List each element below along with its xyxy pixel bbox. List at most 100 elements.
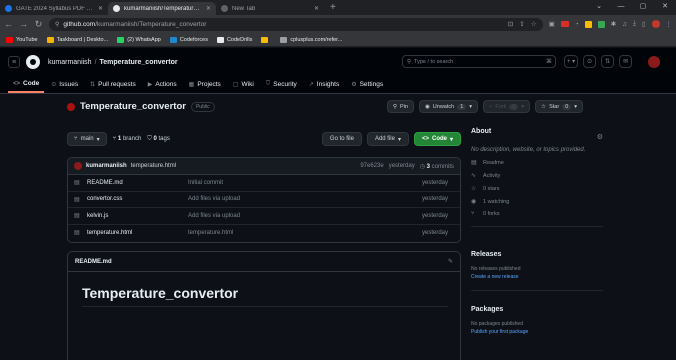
about-item[interactable]: ☆ 0 stars (471, 185, 603, 193)
table-row[interactable]: ▤ README.md Initial commit yesterday (68, 175, 460, 192)
releases-title[interactable]: Releases (471, 251, 603, 258)
about-item[interactable]: ∿ Activity (471, 172, 603, 180)
publish-package-link[interactable]: Publish your first package (471, 329, 603, 335)
file-commit-message[interactable]: Initial commit (188, 180, 422, 186)
commit-message[interactable]: temperature.html (131, 163, 176, 169)
tab-settings[interactable]: ⚙ Settings (346, 76, 388, 93)
bookmark-star-icon[interactable]: ☆ (531, 20, 537, 28)
unwatch-button[interactable]: ◉ Unwatch 1 ▾ (418, 100, 479, 113)
user-avatar[interactable] (648, 56, 660, 68)
commit-hash[interactable]: 97e623e (360, 163, 383, 169)
commit-author-avatar[interactable] (74, 162, 82, 170)
tab-issues[interactable]: ⊙ Issues (46, 76, 83, 93)
extensions-puzzle-icon[interactable]: ✱ (611, 20, 616, 28)
share-icon[interactable]: ⇪ (519, 20, 524, 28)
bookmark-item[interactable]: cplusplus.com/refer... (280, 36, 342, 43)
edit-pencil-icon[interactable]: ✎ (448, 258, 453, 265)
extension-icon[interactable]: ◔ (575, 21, 579, 28)
bookmark-favicon-icon (216, 36, 224, 43)
close-window-icon[interactable]: ✕ (654, 0, 676, 13)
repo-name[interactable]: Temperature_convertor (80, 101, 186, 112)
address-bar[interactable]: ⚲ github.com/kumarmaniish/Temperature_co… (49, 17, 543, 31)
pin-button[interactable]: ⚲ Pin (387, 100, 414, 113)
commits-link[interactable]: ◷ 3 commits (420, 163, 454, 170)
repo-link[interactable]: Temperature_convertor (100, 59, 178, 66)
branches-link[interactable]: ⑂ 1 branch (113, 136, 142, 142)
file-commit-message[interactable]: Add files via upload (188, 196, 422, 202)
table-row[interactable]: ▤ kelvin.js Add files via upload yesterday (68, 208, 460, 225)
table-row[interactable]: ▤ convertor.css Add files via upload yester… (68, 192, 460, 208)
forward-icon[interactable]: → (19, 19, 28, 29)
owner-avatar[interactable] (67, 102, 75, 111)
bookmark-item[interactable]: CodeDrills (216, 36, 252, 43)
pull-requests-icon[interactable]: ⇅ (601, 55, 615, 68)
inbox-icon[interactable]: ✉ (619, 55, 633, 68)
file-name[interactable]: kelvin.js (81, 213, 188, 219)
table-row[interactable]: ▤ temperature.html temperature.html yesterd… (68, 225, 460, 242)
fork-button[interactable]: ⑂ Fork 0 ▾ (483, 100, 531, 113)
star-button[interactable]: ☆ Star 0 ▾ (535, 100, 584, 113)
tab-pull-requests[interactable]: ⇅ Pull requests (85, 76, 141, 93)
commit-author[interactable]: kumarmaniish (86, 163, 127, 169)
site-info-icon[interactable]: ⚲ (55, 21, 59, 28)
readme-filename[interactable]: README.md (75, 259, 112, 265)
bookmark-item[interactable]: YouTube (6, 36, 38, 43)
branch-selector[interactable]: ⑂ main ▾ (67, 132, 107, 146)
about-item[interactable]: ◉ 1 watching (471, 198, 603, 206)
about-item[interactable]: ▤ Readme (471, 159, 603, 167)
tab-security[interactable]: ⛉ Security (261, 76, 302, 93)
bookmark-item[interactable]: Taskboard | Deskto... (46, 36, 108, 43)
file-name[interactable]: convertor.css (81, 196, 188, 202)
issues-icon[interactable]: ⊙ (583, 55, 597, 68)
create-new-icon[interactable]: + ▾ (564, 55, 579, 68)
tab-close-icon[interactable]: ✕ (206, 5, 211, 12)
minimize-icon[interactable]: — (610, 0, 632, 13)
github-logo-icon[interactable] (26, 55, 40, 69)
extension-icon[interactable] (597, 20, 605, 28)
youtube-extension-icon[interactable] (560, 21, 569, 27)
code-button[interactable]: <> Code ▾ (413, 132, 461, 146)
menu-kebab-icon[interactable]: ⋮ (666, 20, 673, 28)
file-name[interactable]: README.md (81, 180, 188, 186)
command-palette-icon[interactable]: ⌘ (546, 58, 552, 65)
add-file-button[interactable]: Add file ▾ (366, 132, 409, 146)
file-commit-message[interactable]: temperature.html (188, 230, 422, 236)
tab-search-icon[interactable]: ⌄ (588, 0, 610, 13)
file-name[interactable]: temperature.html (81, 230, 188, 236)
settings-icon: ⚙ (351, 82, 357, 88)
profile-avatar[interactable] (651, 20, 660, 28)
maximize-icon[interactable]: ▢ (632, 0, 654, 13)
gear-icon[interactable]: ⚙ (597, 133, 603, 141)
github-search[interactable]: ⚲ Type / to search ⌘ (402, 55, 556, 68)
bookmark-item[interactable]: (2) WhatsApp (117, 36, 161, 43)
create-release-link[interactable]: Create a new release (471, 274, 603, 280)
owner-link[interactable]: kumarmaniish (48, 59, 92, 66)
extension-icon[interactable] (584, 20, 592, 28)
sidepanel-icon[interactable]: ▯ (642, 20, 646, 28)
go-to-file-button[interactable]: Go to file (321, 132, 362, 146)
tab-projects[interactable]: ▦ Projects (184, 76, 226, 93)
tags-link[interactable]: ⛉ 0 tags (147, 136, 170, 143)
browser-tab[interactable]: New Tab ✕ (216, 2, 324, 15)
bookmark-item[interactable]: Codeforces (169, 36, 208, 43)
tab-code[interactable]: <> Code (8, 76, 45, 93)
about-item[interactable]: ⑂ 0 forks (471, 211, 603, 217)
browser-tab-active[interactable]: kumarmaniish/Temperature_conv ✕ (108, 2, 216, 15)
back-icon[interactable]: ← (4, 19, 13, 29)
media-icon[interactable]: ♫ (622, 21, 627, 28)
download-icon[interactable]: ⤓ (633, 20, 636, 28)
packages-title[interactable]: Packages (471, 306, 603, 313)
tab-close-icon[interactable]: ✕ (98, 5, 103, 12)
tab-close-icon[interactable]: ✕ (314, 5, 319, 12)
install-icon[interactable]: ⊡ (508, 20, 513, 28)
tab-actions[interactable]: ▶ Actions (143, 76, 182, 93)
tab-wiki[interactable]: ▢ Wiki (228, 76, 259, 93)
bookmark-item[interactable] (261, 36, 271, 43)
extension-icon[interactable]: ▣ (549, 20, 555, 28)
hamburger-menu-icon[interactable]: ≡ (8, 56, 20, 68)
browser-tab[interactable]: GATE 2024 Syllabus PDF Out: Do ✕ (0, 2, 108, 15)
reload-icon[interactable]: ↻ (34, 19, 43, 30)
file-commit-message[interactable]: Add files via upload (188, 213, 422, 219)
new-tab-icon[interactable]: + (324, 2, 342, 15)
tab-insights[interactable]: ↗ Insights (304, 76, 344, 93)
